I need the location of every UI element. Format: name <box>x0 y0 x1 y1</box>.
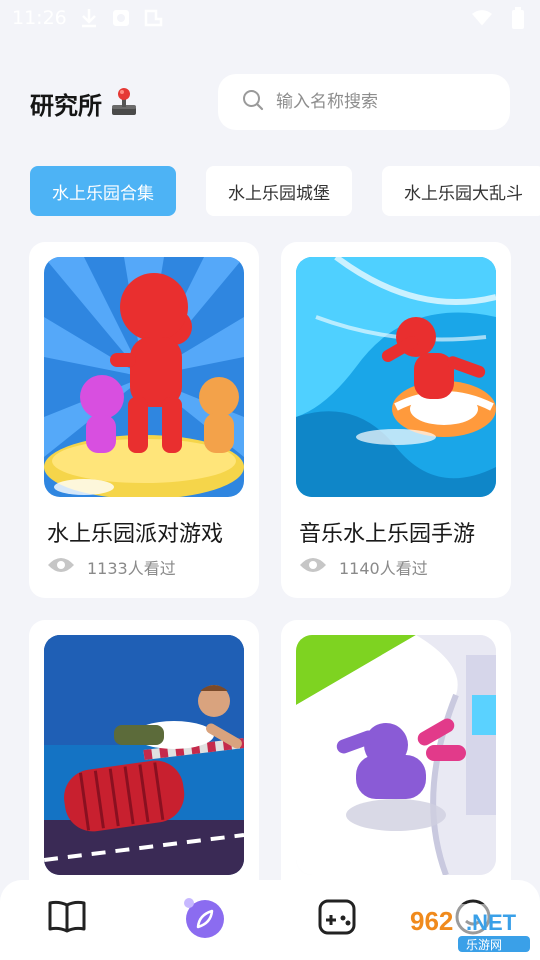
status-time: 11:26 <box>12 7 67 29</box>
game-title: 音乐水上乐园手游 <box>299 522 476 547</box>
compass-icon <box>179 893 227 945</box>
svg-text:962: 962 <box>410 906 453 936</box>
eye-icon <box>47 556 75 578</box>
view-count: 1140人看过 <box>299 555 428 579</box>
search-box[interactable] <box>218 74 510 130</box>
phone-icon <box>143 8 163 28</box>
search-icon <box>242 89 264 115</box>
tab-water-park-castle[interactable]: 水上乐园城堡 <box>206 166 352 216</box>
game-thumbnail <box>44 257 244 497</box>
search-input[interactable] <box>276 92 496 112</box>
download-icon <box>79 8 99 28</box>
page-title: 研究所 <box>30 92 102 120</box>
gamepad-icon <box>317 898 357 940</box>
bottom-nav: 962 .NET 乐游网 <box>0 880 540 960</box>
header: 研究所 <box>0 72 540 132</box>
game-thumbnail <box>296 635 496 875</box>
tab-water-park-brawl[interactable]: 水上乐园大乱斗 <box>382 166 540 216</box>
view-count-text: 1140人看过 <box>339 559 428 578</box>
game-card[interactable]: 音乐水上乐园手游 1140人看过 <box>281 242 511 598</box>
record-icon <box>111 8 131 28</box>
brand: 研究所 <box>30 86 138 121</box>
nav-discover[interactable] <box>178 894 228 944</box>
view-count: 1133人看过 <box>47 555 176 579</box>
tab-water-park-collection[interactable]: 水上乐园合集 <box>30 166 176 216</box>
game-thumbnail <box>296 257 496 497</box>
game-card[interactable] <box>29 620 259 920</box>
nav-games[interactable] <box>312 894 362 944</box>
category-tabs: 水上乐园合集 水上乐园城堡 水上乐园大乱斗 <box>30 166 540 216</box>
book-icon <box>47 899 87 939</box>
battery-icon <box>508 7 528 29</box>
game-thumbnail <box>44 635 244 875</box>
eye-icon <box>299 556 327 578</box>
wifi-icon <box>472 8 492 28</box>
game-card[interactable] <box>281 620 511 920</box>
status-bar: 11:26 <box>0 0 540 36</box>
joystick-icon <box>110 87 138 121</box>
watermark-logo: 962 .NET 乐游网 <box>400 900 536 956</box>
game-title: 水上乐园派对游戏 <box>47 522 224 547</box>
svg-text:.NET: .NET <box>466 910 517 935</box>
nav-book[interactable] <box>42 894 92 944</box>
svg-text:乐游网: 乐游网 <box>466 938 502 952</box>
game-card[interactable]: 水上乐园派对游戏 1133人看过 <box>29 242 259 598</box>
view-count-text: 1133人看过 <box>87 559 176 578</box>
